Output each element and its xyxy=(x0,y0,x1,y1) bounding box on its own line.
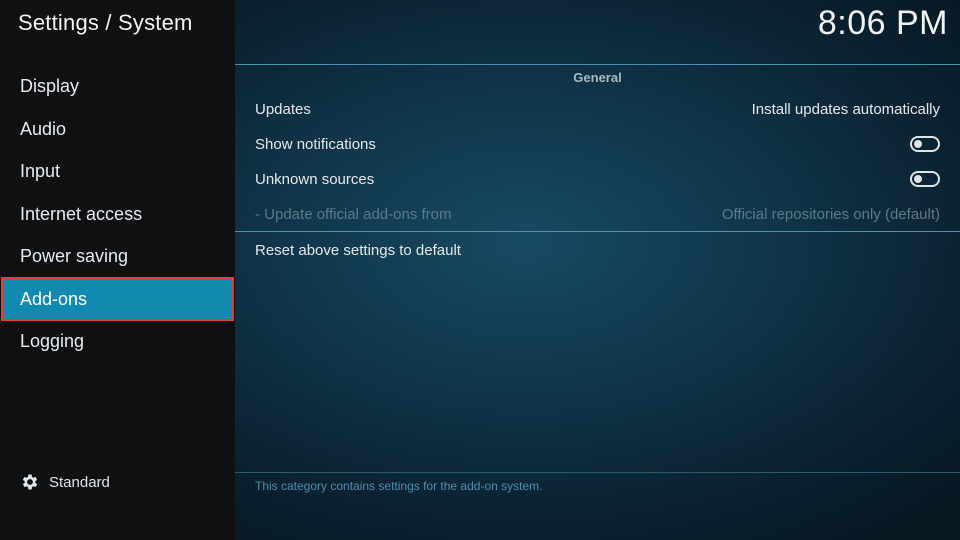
reset-label: Reset above settings to default xyxy=(255,241,461,259)
settings-level-label: Standard xyxy=(49,473,110,491)
help-text: This category contains settings for the … xyxy=(255,479,543,493)
setting-label: Show notifications xyxy=(255,135,376,153)
settings-panel: 8:06 PM General Updates Install updates … xyxy=(235,0,960,540)
category-menu: Display Audio Input Internet access Powe… xyxy=(0,65,235,363)
divider xyxy=(235,231,960,232)
reset-settings-button[interactable]: Reset above settings to default xyxy=(255,237,940,263)
setting-label: Updates xyxy=(255,100,311,118)
divider xyxy=(235,472,960,473)
page-title: Settings / System xyxy=(18,10,193,35)
kodi-settings-screen: Settings / System Display Audio Input In… xyxy=(0,0,960,540)
setting-value: Official repositories only (default) xyxy=(721,205,940,223)
setting-label: Unknown sources xyxy=(255,170,375,188)
sidebar-item-add-ons[interactable]: Add-ons xyxy=(1,276,234,321)
clock: 8:06 PM xyxy=(817,4,948,42)
toggle-switch[interactable] xyxy=(910,171,940,187)
sidebar: Settings / System Display Audio Input In… xyxy=(0,0,235,540)
toggle-knob xyxy=(914,175,922,183)
sidebar-item-display[interactable]: Display xyxy=(0,65,235,108)
settings-level-button[interactable]: Standard xyxy=(20,471,110,493)
setting-show-notifications[interactable]: Show notifications xyxy=(255,131,940,157)
sidebar-item-audio[interactable]: Audio xyxy=(0,108,235,151)
sidebar-item-internet-access[interactable]: Internet access xyxy=(0,193,235,236)
setting-updates[interactable]: Updates Install updates automatically xyxy=(255,96,940,122)
setting-update-official-addons: - Update official add-ons from Official … xyxy=(255,201,940,227)
toggle-switch[interactable] xyxy=(910,136,940,152)
sidebar-item-power-saving[interactable]: Power saving xyxy=(0,235,235,278)
setting-value: Install updates automatically xyxy=(751,100,940,118)
gear-icon xyxy=(22,474,38,490)
divider xyxy=(235,64,960,65)
setting-unknown-sources[interactable]: Unknown sources xyxy=(255,166,940,192)
toggle-knob xyxy=(914,140,922,148)
sidebar-item-logging[interactable]: Logging xyxy=(0,320,235,363)
sidebar-item-input[interactable]: Input xyxy=(0,150,235,193)
section-title: General xyxy=(573,70,622,85)
setting-label: - Update official add-ons from xyxy=(255,205,452,223)
